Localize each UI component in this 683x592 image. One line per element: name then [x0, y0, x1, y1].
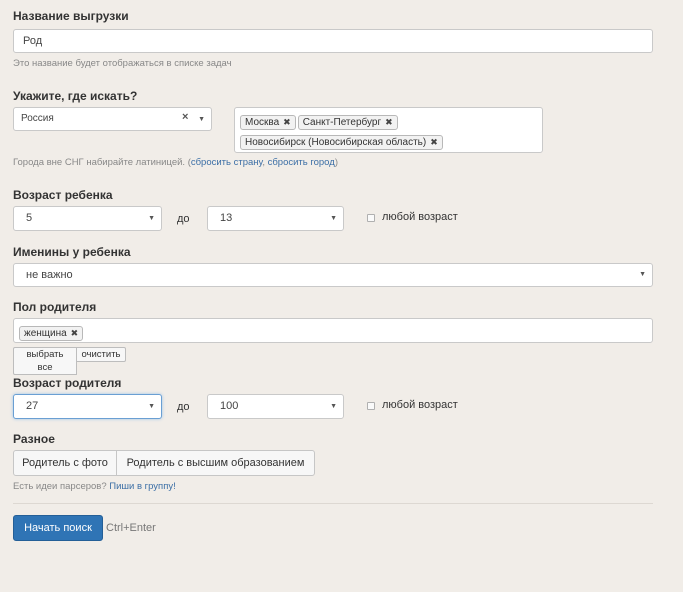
- export-name-hint: Это название будет отображаться в списке…: [13, 58, 232, 69]
- child-age-label: Возраст ребенка: [13, 188, 113, 202]
- misc-hint: Есть идеи парсеров? Пиши в группу!: [13, 481, 176, 492]
- parent-age-from-select[interactable]: 27 ▼: [13, 394, 162, 419]
- child-age-to-select[interactable]: 13 ▼: [207, 206, 344, 231]
- start-search-button[interactable]: Начать поиск: [13, 515, 103, 541]
- parent-age-to-select[interactable]: 100 ▼: [207, 394, 344, 419]
- chevron-down-icon: ▼: [330, 215, 337, 222]
- child-nameday-label: Именины у ребенка: [13, 245, 131, 259]
- close-icon[interactable]: ✖: [385, 117, 393, 127]
- chevron-down-icon: ▼: [639, 271, 646, 278]
- country-value: Россия: [21, 113, 54, 124]
- parent-any-age-checkbox[interactable]: [367, 402, 375, 410]
- parent-gender-multiselect[interactable]: женщина ✖: [13, 318, 653, 343]
- country-clear-icon[interactable]: ×: [182, 106, 188, 128]
- select-all-button[interactable]: выбрать все: [13, 347, 77, 375]
- country-select[interactable]: Россия × ▼: [13, 107, 212, 131]
- parent-age-label: Возраст родителя: [13, 376, 122, 390]
- location-hint: Города вне СНГ набирайте латиницей. (сбр…: [13, 157, 338, 168]
- misc-label: Разное: [13, 432, 55, 446]
- parent-age-to-label: до: [177, 401, 190, 413]
- child-any-age-checkbox[interactable]: [367, 214, 375, 222]
- gender-tag-female: женщина ✖: [19, 326, 84, 341]
- close-icon[interactable]: ✖: [283, 117, 291, 127]
- divider: [13, 503, 653, 504]
- chevron-down-icon: ▼: [198, 116, 205, 123]
- location-label: Укажите, где искать?: [13, 89, 138, 103]
- city-tag-spb: Санкт-Петербург ✖: [297, 115, 398, 130]
- chevron-down-icon: ▼: [148, 403, 155, 410]
- city-multiselect[interactable]: Москва ✖ Санкт-Петербург ✖ Новосибирск (Нов…: [234, 107, 543, 153]
- parent-gender-label: Пол родителя: [13, 300, 97, 314]
- chevron-down-icon: ▼: [148, 215, 155, 222]
- export-name-label: Название выгрузки: [13, 9, 129, 23]
- child-age-from-value: 5: [26, 212, 33, 224]
- child-age-to-label: до: [177, 213, 190, 225]
- shortcut-hint: Ctrl+Enter: [106, 522, 156, 534]
- city-tag-novosibirsk: Новосибирск (Новосибирская область) ✖: [240, 135, 443, 150]
- close-icon[interactable]: ✖: [430, 137, 438, 147]
- chevron-down-icon: ▼: [330, 403, 337, 410]
- parent-age-to-value: 100: [220, 400, 239, 412]
- parent-any-age-label: любой возраст: [382, 399, 458, 411]
- parent-age-from-value: 27: [26, 400, 39, 412]
- city-tag-moscow: Москва ✖: [240, 115, 296, 130]
- child-nameday-value: не важно: [26, 269, 73, 281]
- child-age-to-value: 13: [220, 212, 233, 224]
- reset-country-link[interactable]: сбросить страну: [191, 157, 262, 168]
- close-icon[interactable]: ✖: [71, 328, 79, 338]
- parent-higher-education-toggle[interactable]: Родитель с высшим образованием: [116, 450, 315, 476]
- parent-with-photo-toggle[interactable]: Родитель с фото: [13, 450, 117, 476]
- child-nameday-select[interactable]: не важно ▼: [13, 263, 653, 287]
- write-to-group-link[interactable]: Пиши в группу!: [109, 481, 175, 492]
- reset-city-link[interactable]: сбросить город: [268, 157, 335, 168]
- clear-button[interactable]: очистить: [76, 347, 126, 362]
- child-age-from-select[interactable]: 5 ▼: [13, 206, 162, 231]
- export-name-input[interactable]: Род: [13, 29, 653, 53]
- child-any-age-label: любой возраст: [382, 211, 458, 223]
